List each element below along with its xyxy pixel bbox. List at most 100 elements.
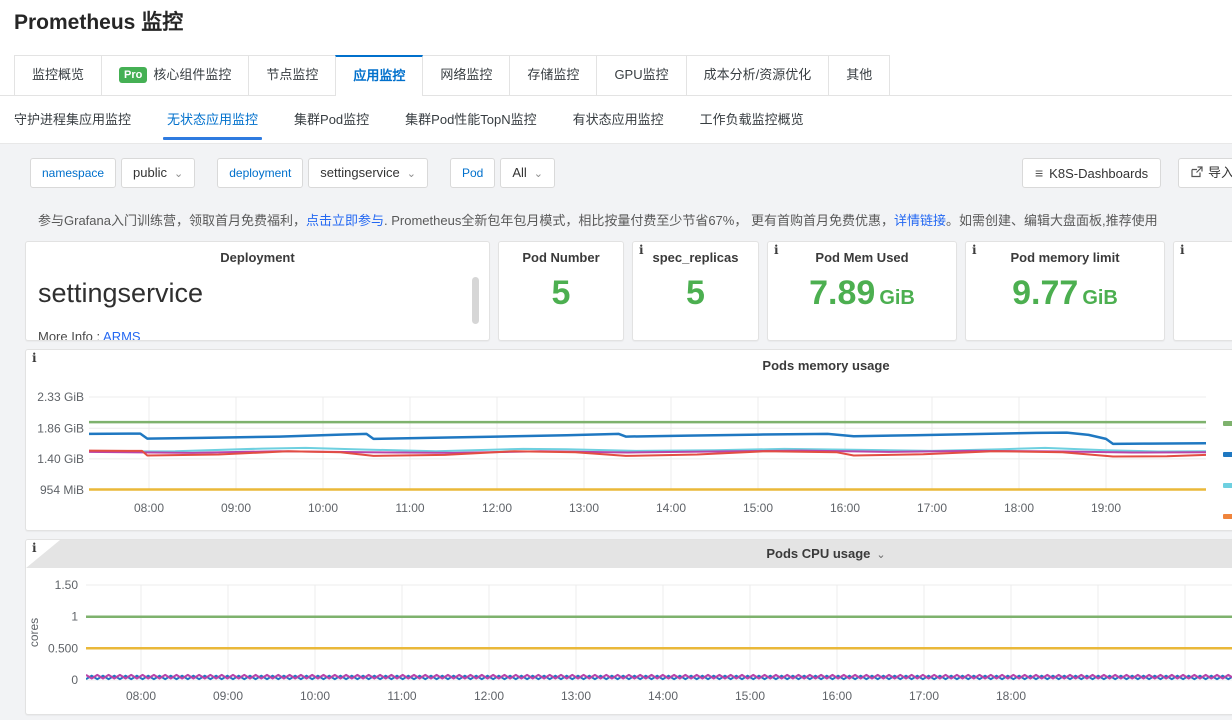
- subtab-workload-overview[interactable]: 工作负载监控概览: [700, 99, 804, 143]
- subtab-stateful-app[interactable]: 有状态应用监控: [573, 99, 664, 143]
- tab-storage-monitoring[interactable]: 存储监控: [509, 55, 597, 95]
- subtab-cluster-pod[interactable]: 集群Pod监控: [294, 99, 369, 143]
- pod-select[interactable]: All ⌄: [500, 158, 555, 188]
- banner-text: 。如需创建、编辑大盘面板,推荐使用: [946, 213, 1158, 228]
- stat-title: Deployment: [26, 242, 489, 265]
- svg-text:08:00: 08:00: [134, 501, 164, 515]
- chevron-down-icon: ⌄: [876, 549, 885, 561]
- svg-text:15:00: 15:00: [743, 501, 773, 515]
- value: 7.89: [809, 274, 875, 312]
- pod-value: All: [512, 165, 526, 180]
- svg-text:15:00: 15:00: [735, 689, 765, 703]
- stat-panels-row: Deployment settingservice More Info : AR…: [25, 241, 1232, 341]
- deployment-filter: deployment settingservice⌄: [217, 158, 428, 188]
- svg-text:09:00: 09:00: [221, 501, 251, 515]
- svg-text:18:00: 18:00: [1004, 501, 1034, 515]
- tab-label: GPU监控: [614, 67, 668, 82]
- banner-text: . Prometheus全新包年包月模式，相比按量付费至少节省67%， 更有首购…: [384, 213, 894, 228]
- arms-link[interactable]: ARMS: [103, 329, 141, 341]
- pods-memory-usage-panel: i Pods memory usage 2.33 GiB1.86 GiB1.40…: [25, 349, 1232, 531]
- svg-text:12:00: 12:00: [482, 501, 512, 515]
- external-link-icon: [1191, 160, 1203, 188]
- svg-text:16:00: 16:00: [830, 501, 860, 515]
- tab-label: 其他: [846, 67, 872, 82]
- tab-cost-analysis[interactable]: 成本分析/资源优化: [686, 55, 830, 95]
- deployment-filter-label[interactable]: deployment: [217, 158, 303, 188]
- tab-label: 成本分析/资源优化: [704, 67, 812, 82]
- pods-cpu-usage-chart[interactable]: 1.5010.500008:0009:0010:0011:0012:0013:0…: [26, 568, 1232, 715]
- tab-label: 网络监控: [440, 67, 492, 82]
- stat-panel-clipped: i: [1173, 241, 1232, 341]
- cpu-panel-header: Pods CPU usage ⌄: [26, 540, 1232, 568]
- pods-cpu-usage-panel: Pods CPU usage⌄ i 1.5010.500008:0009:001…: [25, 539, 1232, 715]
- subtab-cluster-pod-topn[interactable]: 集群Pod性能TopN监控: [405, 99, 536, 143]
- svg-text:17:00: 17:00: [917, 501, 947, 515]
- namespace-filter-label[interactable]: namespace: [30, 158, 116, 188]
- prometheus-monitoring-page: Prometheus 监控 监控概览 Pro 核心组件监控 节点监控 应用监控 网…: [0, 0, 1232, 720]
- svg-text:10:00: 10:00: [300, 689, 330, 703]
- import-label: 导入G: [1208, 165, 1232, 180]
- cpu-chart-title[interactable]: Pods CPU usage ⌄: [26, 540, 1232, 561]
- page-title: Prometheus 监控: [14, 6, 183, 36]
- svg-text:11:00: 11:00: [395, 501, 424, 515]
- svg-text:13:00: 13:00: [569, 501, 599, 515]
- pods-memory-usage-chart[interactable]: 2.33 GiB1.86 GiB1.40 GiB954 MiB08:0009:0…: [26, 378, 1232, 531]
- banner-text: 参与Grafana入门训练营，领取首月免费福利，: [38, 213, 306, 228]
- svg-text:18:00: 18:00: [996, 689, 1026, 703]
- tab-gpu-monitoring[interactable]: GPU监控: [596, 55, 686, 95]
- tab-node-monitoring[interactable]: 节点监控: [248, 55, 336, 95]
- subtab-daemonset-app[interactable]: 守护进程集应用监控: [14, 99, 131, 143]
- dashboard-content: namespace public⌄ deployment settingserv…: [0, 143, 1232, 720]
- info-icon[interactable]: i: [32, 541, 37, 555]
- tab-core-components[interactable]: Pro 核心组件监控: [101, 55, 249, 95]
- svg-text:1.86 GiB: 1.86 GiB: [37, 421, 84, 435]
- info-icon[interactable]: i: [1180, 243, 1185, 257]
- stat-panel-deployment: Deployment settingservice More Info : AR…: [25, 241, 490, 341]
- tab-others[interactable]: 其他: [828, 55, 890, 95]
- filter-bar: namespace public⌄ deployment settingserv…: [30, 158, 577, 188]
- tab-app-monitoring[interactable]: 应用监控: [335, 55, 423, 95]
- pod-memory-limit-value: 9.77GiB: [966, 274, 1164, 313]
- svg-text:09:00: 09:00: [213, 689, 243, 703]
- secondary-tabs: 守护进程集应用监控 无状态应用监控 集群Pod监控 集群Pod性能TopN监控 …: [14, 99, 840, 143]
- info-icon[interactable]: i: [972, 243, 977, 257]
- deployment-select[interactable]: settingservice⌄: [308, 158, 428, 188]
- memory-chart-title: Pods memory usage: [26, 350, 1232, 373]
- info-icon[interactable]: i: [774, 243, 779, 257]
- chevron-down-icon: ⌄: [174, 168, 183, 180]
- spec-replicas-value: 5: [633, 274, 758, 313]
- cpu-chart-title-text: Pods CPU usage: [766, 546, 870, 561]
- svg-text:14:00: 14:00: [656, 501, 686, 515]
- tab-monitor-overview[interactable]: 监控概览: [14, 55, 102, 95]
- svg-text:17:00: 17:00: [909, 689, 939, 703]
- chevron-down-icon: ⌄: [534, 168, 543, 180]
- svg-text:08:00: 08:00: [126, 689, 156, 703]
- info-icon[interactable]: i: [639, 243, 644, 257]
- svg-text:0.500: 0.500: [48, 641, 78, 655]
- subtab-stateless-app[interactable]: 无状态应用监控: [167, 99, 258, 143]
- pod-filter-label[interactable]: Pod: [450, 158, 495, 188]
- import-button[interactable]: 导入G: [1178, 158, 1232, 188]
- promo-banner: 参与Grafana入门训练营，领取首月免费福利，点击立即参与. Promethe…: [38, 210, 1232, 229]
- tab-network-monitoring[interactable]: 网络监控: [422, 55, 510, 95]
- namespace-select[interactable]: public⌄: [121, 158, 195, 188]
- k8s-dashboards-button[interactable]: ≡K8S-Dashboards: [1022, 158, 1161, 188]
- stat-panel-pod-memory-limit: i Pod memory limit 9.77GiB: [965, 241, 1165, 341]
- stat-panel-pod-mem-used: i Pod Mem Used 7.89GiB: [767, 241, 957, 341]
- banner-join-link[interactable]: 点击立即参与: [306, 213, 384, 228]
- tab-label: 存储监控: [527, 67, 579, 82]
- toolbar: namespace public⌄ deployment settingserv…: [0, 144, 1232, 206]
- stat-title: Pod Number: [499, 242, 623, 265]
- namespace-filter: namespace public⌄: [30, 158, 195, 188]
- panel-scrollbar[interactable]: [472, 277, 479, 324]
- svg-text:1.50: 1.50: [55, 578, 79, 592]
- svg-text:10:00: 10:00: [308, 501, 338, 515]
- svg-text:16:00: 16:00: [822, 689, 852, 703]
- tab-label: 核心组件监控: [153, 67, 231, 82]
- banner-details-link[interactable]: 详情链接: [894, 213, 946, 228]
- info-icon[interactable]: i: [32, 351, 37, 365]
- svg-text:2.33 GiB: 2.33 GiB: [37, 390, 84, 404]
- pro-badge: Pro: [119, 67, 147, 83]
- deployment-value: settingservice: [320, 165, 399, 180]
- pod-number-value: 5: [499, 274, 623, 313]
